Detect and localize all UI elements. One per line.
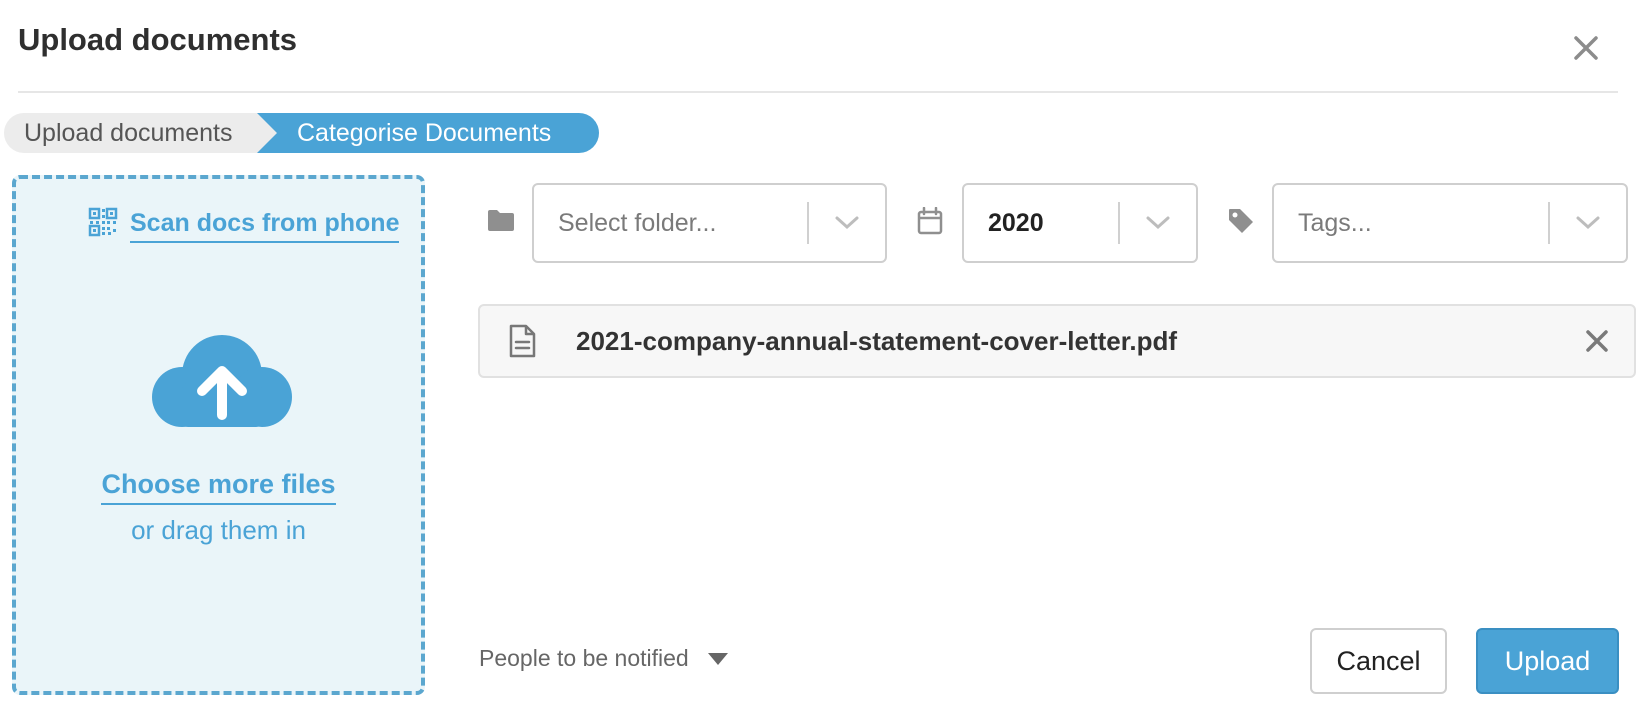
scan-docs-link[interactable]: Scan docs from phone xyxy=(88,207,400,244)
drag-hint: or drag them in xyxy=(131,515,306,545)
folder-select[interactable]: Select folder... xyxy=(532,183,887,263)
choose-files-link[interactable]: Choose more files xyxy=(101,469,336,505)
file-dropzone[interactable]: Scan docs from phone Choose more files o… xyxy=(12,175,425,695)
choose-files-block: Choose more files or drag them in xyxy=(16,469,421,546)
close-icon[interactable] xyxy=(1566,28,1606,68)
year-select[interactable]: 2020 xyxy=(962,183,1198,263)
remove-file-icon[interactable] xyxy=(1582,326,1612,361)
tags-select[interactable]: Tags... xyxy=(1272,183,1628,263)
step-upload-documents[interactable]: Upload documents xyxy=(4,113,278,153)
upload-dialog: Upload documents Upload documents Catego… xyxy=(0,0,1640,716)
chevron-down-icon[interactable] xyxy=(809,185,885,261)
tags-select-placeholder: Tags... xyxy=(1298,208,1372,237)
scan-docs-label: Scan docs from phone xyxy=(130,209,400,243)
cloud-upload-icon xyxy=(150,333,294,440)
folder-select-placeholder: Select folder... xyxy=(558,208,717,237)
qr-code-icon xyxy=(88,207,118,244)
calendar-icon xyxy=(917,206,943,240)
upload-button[interactable]: Upload xyxy=(1476,628,1619,694)
document-icon xyxy=(508,324,536,363)
file-name: 2021-company-annual-statement-cover-lett… xyxy=(576,326,1178,356)
dialog-title: Upload documents xyxy=(18,22,298,57)
cancel-button[interactable]: Cancel xyxy=(1310,628,1447,694)
header-divider xyxy=(18,91,1618,93)
caret-down-icon xyxy=(707,645,729,672)
tag-icon xyxy=(1227,207,1255,240)
people-to-notify-toggle[interactable]: People to be notified xyxy=(479,645,729,672)
step-categorise-documents[interactable]: Categorise Documents xyxy=(257,113,599,153)
year-select-value: 2020 xyxy=(988,208,1044,237)
chevron-down-icon[interactable] xyxy=(1550,185,1626,261)
chevron-down-icon[interactable] xyxy=(1120,185,1196,261)
folder-icon xyxy=(487,208,515,237)
notify-label: People to be notified xyxy=(479,645,689,671)
file-list-item: 2021-company-annual-statement-cover-lett… xyxy=(478,304,1636,378)
